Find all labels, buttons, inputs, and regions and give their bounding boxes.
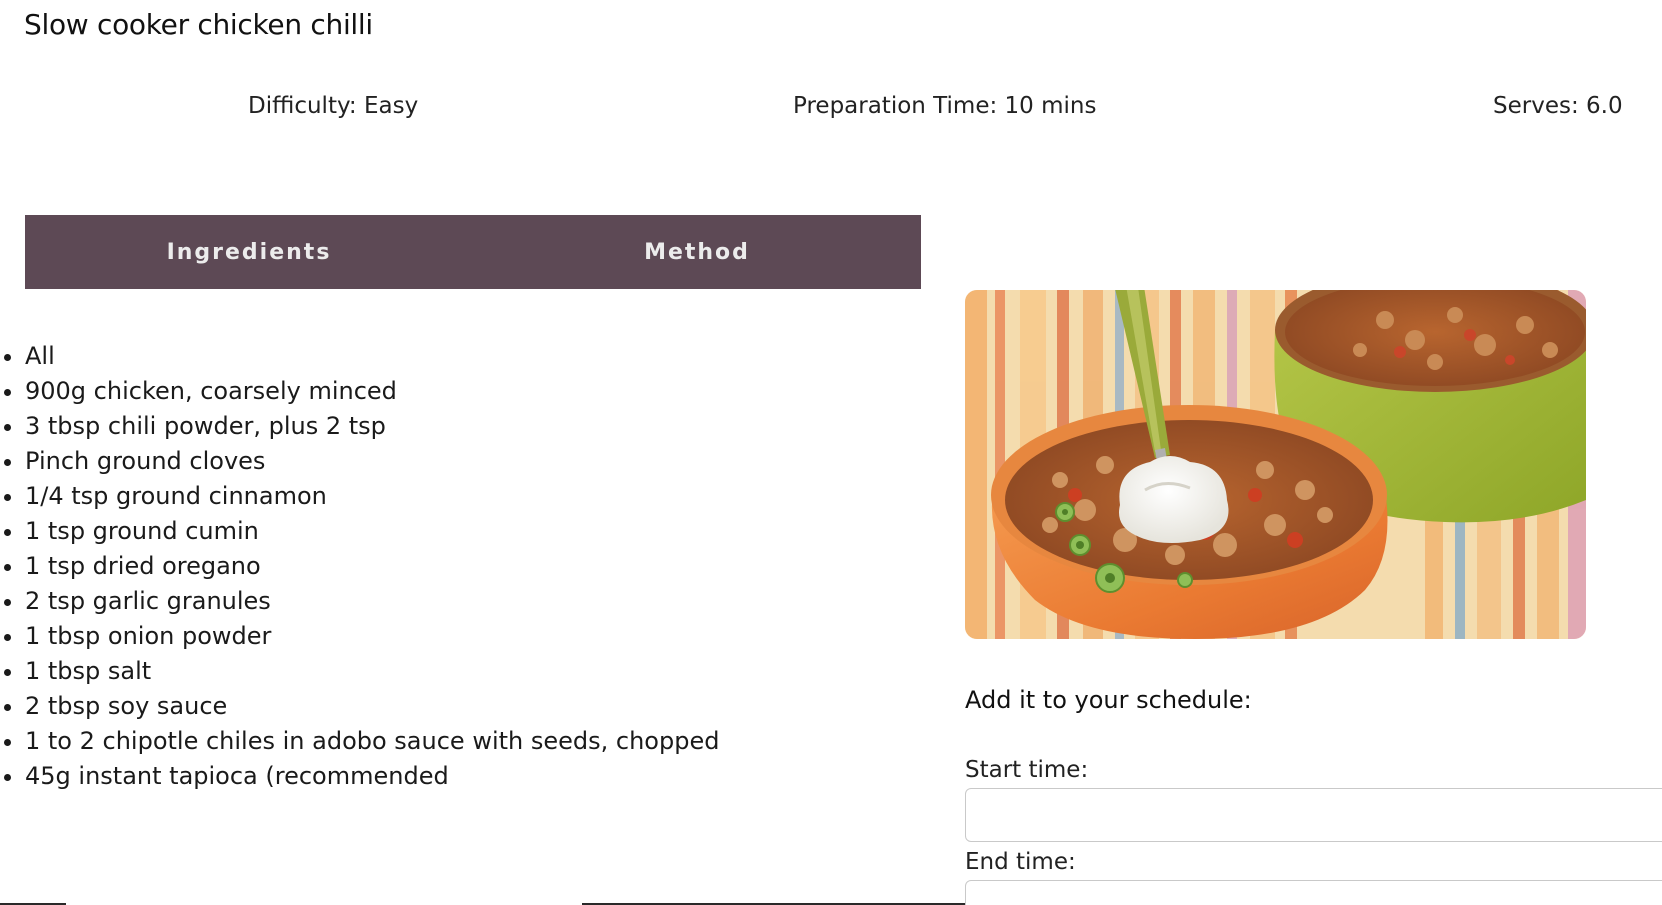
recipe-tab-bar: Ingredients Method — [25, 215, 921, 289]
recipe-page: Slow cooker chicken chilli Difficulty: E… — [0, 0, 1662, 905]
ingredient-item: 1 tsp dried oregano — [3, 549, 719, 584]
schedule-heading: Add it to your schedule: — [965, 686, 1252, 714]
ingredient-item: 2 tbsp soy sauce — [3, 689, 719, 724]
serves-label: Serves: 6.0 — [1493, 93, 1623, 119]
difficulty-label: Difficulty: Easy — [248, 93, 419, 119]
ingredient-item: 1 tsp ground cumin — [3, 514, 719, 549]
start-time-input[interactable] — [965, 788, 1662, 842]
recipe-title: Slow cooker chicken chilli — [24, 8, 373, 41]
ingredient-item: 900g chicken, coarsely minced — [3, 374, 719, 409]
tab-ingredients[interactable]: Ingredients — [25, 215, 473, 289]
ingredients-list: All 900g chicken, coarsely minced 3 tbsp… — [0, 339, 719, 794]
ingredient-item: All — [3, 339, 719, 374]
ingredient-item: 1/4 tsp ground cinnamon — [3, 479, 719, 514]
ingredient-item: 1 tbsp salt — [3, 654, 719, 689]
recipe-photo — [965, 290, 1586, 639]
ingredient-item: 1 tbsp onion powder — [3, 619, 719, 654]
start-time-label: Start time: — [965, 757, 1089, 783]
tab-method[interactable]: Method — [473, 215, 921, 289]
prep-time-label: Preparation Time: 10 mins — [793, 93, 1097, 119]
ingredient-item: 45g instant tapioca (recommended — [3, 759, 719, 794]
end-time-label: End time: — [965, 849, 1076, 875]
ingredient-item: 2 tsp garlic granules — [3, 584, 719, 619]
ingredient-item: Pinch ground cloves — [3, 444, 719, 479]
ingredient-item: 1 to 2 chipotle chiles in adobo sauce wi… — [3, 724, 719, 759]
ingredient-item: 3 tbsp chili powder, plus 2 tsp — [3, 409, 719, 444]
end-time-input[interactable] — [965, 880, 1662, 905]
